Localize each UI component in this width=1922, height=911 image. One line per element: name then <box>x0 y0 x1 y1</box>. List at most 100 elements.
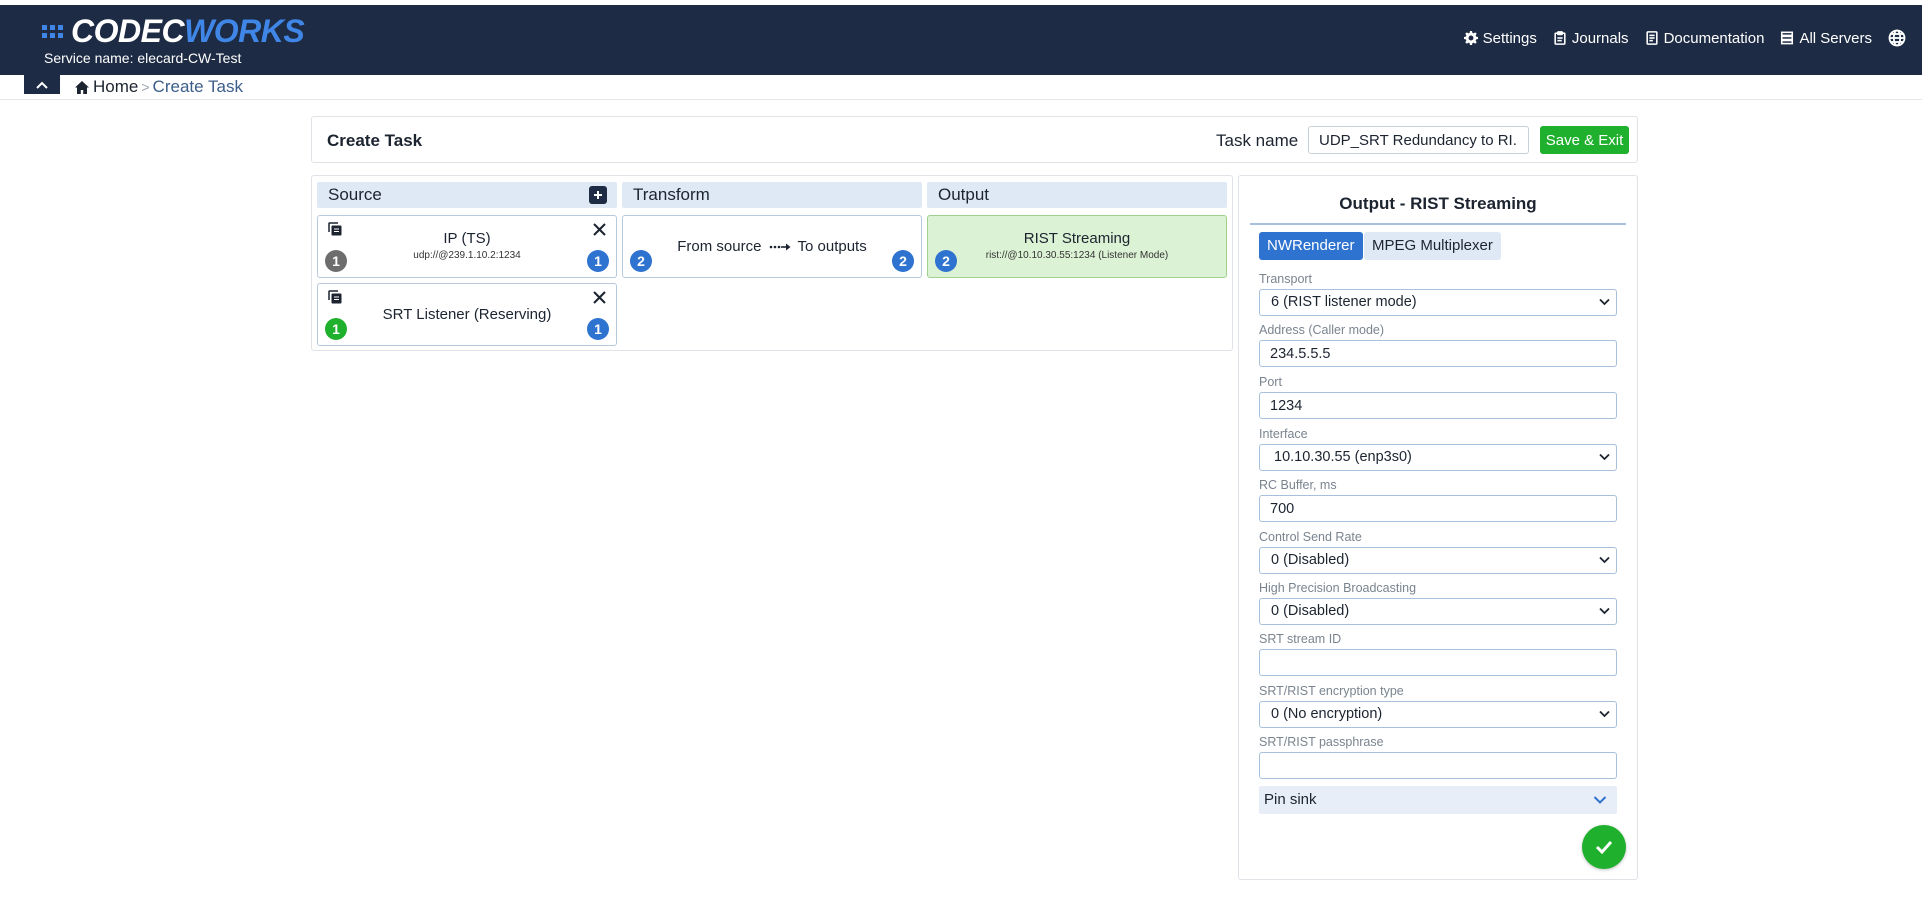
node-input-badge: 1 <box>325 250 347 272</box>
clipboard-icon <box>1554 31 1566 45</box>
transform-to-label: To outputs <box>797 238 867 255</box>
task-header-card: Create Task Task name Save & Exit <box>311 116 1638 163</box>
transport-select[interactable]: 6 (RIST listener mode) <box>1259 289 1617 316</box>
node-output-badge: 2 <box>892 250 914 272</box>
nav-menu: Settings Journals Documentation All Serv… <box>1463 29 1906 47</box>
apply-button[interactable] <box>1582 825 1626 869</box>
transport-value: 6 (RIST listener mode) <box>1271 294 1417 310</box>
transform-node-title: From source To outputs <box>623 238 921 255</box>
breadcrumb-row: Home > Create Task <box>0 75 1922 100</box>
nav-all-servers[interactable]: All Servers <box>1780 30 1872 47</box>
add-source-button[interactable] <box>589 186 607 204</box>
nav-journals[interactable]: Journals <box>1553 30 1629 47</box>
copy-icon[interactable] <box>327 289 343 305</box>
node-input-badge: 1 <box>325 318 347 340</box>
task-name-input[interactable] <box>1308 126 1529 154</box>
breadcrumb-home-label: Home <box>93 77 139 96</box>
pipeline-editor: Source IP (TS) udp://@239.1.10.2:1234 1 … <box>311 175 1233 351</box>
node-output-badge: 1 <box>587 318 609 340</box>
nav-journals-label: Journals <box>1571 29 1629 47</box>
save-exit-button[interactable]: Save & Exit <box>1540 126 1629 154</box>
node-title: RIST Streaming <box>1023 230 1131 247</box>
node-subtitle: udp://@239.1.10.2:1234 <box>413 250 521 261</box>
chevron-down-icon <box>1593 796 1607 804</box>
arrow-right-icon <box>769 243 791 251</box>
plus-icon <box>594 191 602 199</box>
output-settings-panel: Output - RIST Streaming NWRenderer MPEG … <box>1238 175 1638 880</box>
chevron-down-icon <box>1599 556 1610 564</box>
pin-sink-label: Pin sink <box>1264 791 1317 808</box>
source-column-header: Source <box>317 182 617 208</box>
nav-all-servers-label: All Servers <box>1799 29 1872 47</box>
control-send-rate-label: Control Send Rate <box>1259 530 1362 544</box>
srt-stream-id-input[interactable] <box>1259 649 1617 676</box>
chevron-down-icon <box>1599 607 1610 615</box>
passphrase-label: SRT/RIST passphrase <box>1259 735 1384 749</box>
document-icon <box>1645 31 1658 45</box>
navbar: CODECWORKS Service name: elecard-CW-Test… <box>0 5 1922 75</box>
breadcrumb-home[interactable]: Home <box>75 77 138 97</box>
high-precision-value: 0 (Disabled) <box>1271 603 1350 619</box>
logo-text: CODECWORKS <box>71 13 305 49</box>
logo-dots-icon <box>42 24 63 38</box>
node-title: SRT Listener (Reserving) <box>382 306 552 323</box>
node-input-badge: 2 <box>630 250 652 272</box>
high-precision-select[interactable]: 0 (Disabled) <box>1259 598 1617 625</box>
address-input[interactable] <box>1259 340 1617 367</box>
home-icon <box>75 80 89 94</box>
interface-value: 10.10.30.55 (enp3s0) <box>1274 449 1412 465</box>
control-send-rate-value: 0 (Disabled) <box>1271 552 1350 568</box>
pin-sink-accordion[interactable]: Pin sink <box>1259 786 1617 814</box>
transform-from-label: From source <box>677 238 762 255</box>
port-input[interactable] <box>1259 392 1617 419</box>
language-switcher[interactable] <box>1888 29 1906 47</box>
node-input-badge: 2 <box>935 250 957 272</box>
rc-buffer-input[interactable] <box>1259 495 1617 522</box>
srt-stream-id-label: SRT stream ID <box>1259 632 1342 646</box>
nav-documentation[interactable]: Documentation <box>1645 29 1765 47</box>
tab-nwrenderer[interactable]: NWRenderer <box>1259 232 1363 260</box>
service-name: Service name: elecard-CW-Test <box>44 50 242 66</box>
chevron-down-icon <box>1599 453 1610 461</box>
source-column-label: Source <box>328 185 382 204</box>
nav-settings[interactable]: Settings <box>1463 29 1537 47</box>
transform-node[interactable]: From source To outputs 2 2 <box>622 215 922 278</box>
source-node-ip-ts[interactable]: IP (TS) udp://@239.1.10.2:1234 1 1 <box>317 215 617 278</box>
nav-documentation-label: Documentation <box>1663 29 1765 47</box>
chevron-down-icon <box>1599 298 1610 306</box>
interface-select[interactable]: 10.10.30.55 (enp3s0) <box>1259 444 1617 471</box>
node-subtitle: rist://@10.10.30.55:1234 (Listener Mode) <box>985 250 1169 261</box>
encryption-type-value: 0 (No encryption) <box>1271 706 1383 722</box>
gear-icon <box>1463 31 1478 45</box>
interface-label: Interface <box>1259 427 1308 441</box>
output-node-rist-streaming[interactable]: RIST Streaming rist://@10.10.30.55:1234 … <box>927 215 1227 278</box>
high-precision-label: High Precision Broadcasting <box>1259 581 1417 595</box>
transform-column-label: Transform <box>633 185 710 204</box>
encryption-type-label: SRT/RIST encryption type <box>1259 684 1404 698</box>
breadcrumb-current: Create Task <box>152 77 243 96</box>
checkmark-icon <box>1595 840 1613 854</box>
task-name-label: Task name <box>1216 131 1299 150</box>
logo[interactable]: CODECWORKS <box>42 13 305 49</box>
breadcrumb: Home > Create Task <box>75 77 243 97</box>
tab-mpeg-multiplexer[interactable]: MPEG Multiplexer <box>1364 232 1501 260</box>
node-output-badge: 1 <box>587 250 609 272</box>
encryption-type-select[interactable]: 0 (No encryption) <box>1259 701 1617 728</box>
chevron-up-icon <box>36 81 48 89</box>
rc-buffer-label: RC Buffer, ms <box>1259 478 1337 492</box>
globe-icon <box>1888 29 1906 47</box>
collapse-header-button[interactable] <box>24 75 60 94</box>
nav-settings-label: Settings <box>1482 29 1537 47</box>
server-icon <box>1781 31 1794 45</box>
transform-column-header: Transform <box>622 182 922 208</box>
passphrase-input[interactable] <box>1259 752 1617 779</box>
node-title: IP (TS) <box>443 230 491 247</box>
breadcrumb-separator: > <box>141 79 150 95</box>
page-title: Create Task <box>327 131 423 150</box>
close-icon[interactable] <box>593 291 606 304</box>
address-label: Address (Caller mode) <box>1259 323 1385 337</box>
source-node-srt-listener[interactable]: SRT Listener (Reserving) 1 1 <box>317 283 617 346</box>
output-column-label: Output <box>938 185 990 204</box>
chevron-down-icon <box>1599 710 1610 718</box>
control-send-rate-select[interactable]: 0 (Disabled) <box>1259 547 1617 574</box>
